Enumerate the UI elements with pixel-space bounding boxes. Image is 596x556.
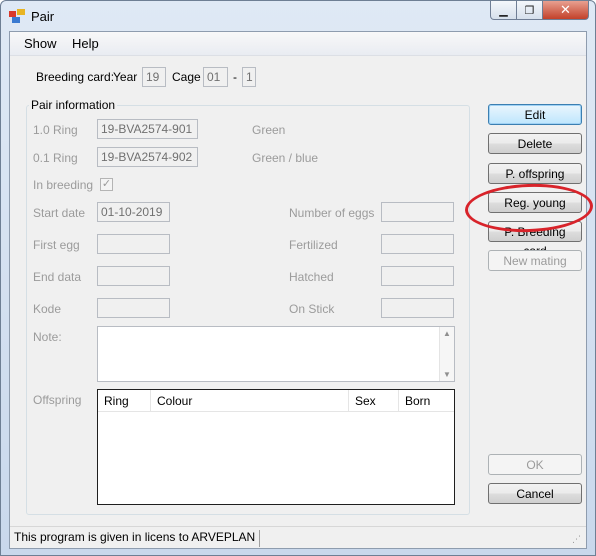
delete-button[interactable]: Delete: [488, 133, 582, 154]
ring-01-colour: Green / blue: [252, 151, 319, 165]
end-data-field[interactable]: [97, 266, 170, 286]
end-data-label: End data: [33, 270, 82, 284]
in-breeding-checkbox[interactable]: ✓: [100, 178, 113, 191]
new-mating-button[interactable]: New mating: [488, 250, 582, 271]
print-offspring-button[interactable]: P. offspring: [488, 163, 582, 184]
ring-10-colour: Green: [252, 123, 286, 137]
offspring-label: Offspring: [33, 393, 82, 407]
print-breeding-card-button[interactable]: P. Breeding card: [488, 221, 582, 258]
on-stick-label: On Stick: [289, 302, 335, 316]
pair-information-title: Pair information: [29, 98, 118, 112]
scroll-down-icon[interactable]: ▼: [440, 370, 454, 379]
app-icon: [9, 9, 25, 23]
window-title: Pair: [31, 9, 55, 24]
kode-field[interactable]: [97, 298, 170, 318]
on-stick-field[interactable]: [381, 298, 454, 318]
breeding-card-label: Breeding card:: [36, 70, 115, 84]
cage-field[interactable]: 01: [203, 67, 228, 87]
cancel-button[interactable]: Cancel: [488, 483, 582, 504]
ring-10-label: 1.0 Ring: [33, 123, 78, 137]
ring-01-field[interactable]: 19-BVA2574-902: [97, 147, 198, 167]
client-area: Show Help Breeding card: Year 19 Cage 01…: [9, 31, 594, 549]
cage-separator: -: [233, 70, 237, 84]
note-label: Note:: [33, 330, 62, 344]
hatched-label: Hatched: [289, 270, 334, 284]
number-of-eggs-label: Number of eggs: [289, 206, 375, 220]
fertilized-label: Fertilized: [289, 238, 338, 252]
first-egg-field[interactable]: [97, 234, 170, 254]
offspring-list-header: Ring Colour Sex Born: [98, 390, 454, 412]
column-sex[interactable]: Sex: [349, 390, 399, 412]
in-breeding-label: In breeding: [33, 178, 94, 192]
title-bar[interactable]: Pair ▁ ❐ ✕: [1, 1, 595, 31]
maximize-button[interactable]: ❐: [517, 1, 543, 20]
cage-label: Cage: [172, 70, 201, 84]
start-date-field[interactable]: 01-10-2019: [97, 202, 170, 222]
resize-grip-icon[interactable]: ⋰: [572, 534, 584, 546]
kode-label: Kode: [33, 302, 62, 316]
year-label: Year: [113, 70, 138, 84]
hatched-field[interactable]: [381, 266, 454, 286]
fertilized-field[interactable]: [381, 234, 454, 254]
cage-sub-field[interactable]: 1: [242, 67, 256, 87]
register-young-button[interactable]: Reg. young: [488, 192, 582, 213]
close-button[interactable]: ✕: [543, 1, 589, 20]
scroll-up-icon[interactable]: ▲: [440, 329, 454, 338]
number-of-eggs-field[interactable]: [381, 202, 454, 222]
offspring-list[interactable]: Ring Colour Sex Born: [97, 389, 455, 505]
column-colour[interactable]: Colour: [151, 390, 349, 412]
year-field[interactable]: 19: [142, 67, 166, 87]
menu-show[interactable]: Show: [24, 36, 57, 51]
column-ring[interactable]: Ring: [98, 390, 151, 412]
column-born[interactable]: Born: [399, 390, 454, 412]
note-scrollbar[interactable]: ▲ ▼: [439, 327, 454, 381]
minimize-button[interactable]: ▁: [490, 1, 517, 20]
status-bar: This program is given in licens to ARVEP…: [10, 526, 586, 548]
menu-help[interactable]: Help: [72, 36, 99, 51]
status-text: This program is given in licens to ARVEP…: [14, 530, 261, 547]
start-date-label: Start date: [33, 206, 86, 220]
ok-button[interactable]: OK: [488, 454, 582, 475]
ring-01-label: 0.1 Ring: [33, 151, 78, 165]
ring-10-field[interactable]: 19-BVA2574-901: [97, 119, 198, 139]
edit-button[interactable]: Edit: [488, 104, 582, 125]
note-textarea[interactable]: ▲ ▼: [97, 326, 455, 382]
menu-bar: Show Help: [10, 32, 586, 56]
first-egg-label: First egg: [33, 238, 80, 252]
pair-window: Pair ▁ ❐ ✕ Show Help Breeding card: Year…: [0, 0, 596, 556]
